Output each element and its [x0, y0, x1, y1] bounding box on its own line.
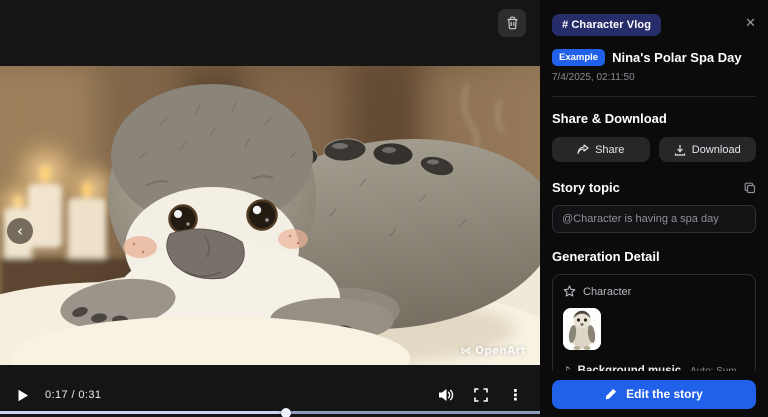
share-download-heading: Share & Download — [552, 111, 756, 126]
edit-story-label: Edit the story — [626, 387, 703, 401]
example-badge: Example — [552, 49, 605, 66]
more-options-button[interactable]: ⋮ — [508, 386, 523, 404]
download-icon — [674, 144, 686, 156]
star-icon — [563, 285, 576, 298]
openart-watermark: ⋈ OpenArt — [461, 345, 526, 357]
watermark-text: OpenArt — [475, 345, 526, 357]
generation-detail-heading: Generation Detail — [552, 249, 756, 264]
volume-icon — [438, 388, 454, 402]
download-button[interactable]: Download — [659, 137, 757, 162]
video-surface[interactable] — [0, 66, 540, 365]
previous-scene-button[interactable]: ‹ — [7, 218, 33, 244]
character-vlog-tag: # Character Vlog — [552, 14, 661, 36]
time-display: 0:17 / 0:31 — [45, 389, 101, 401]
sidebar-header: # Character Vlog ✕ — [552, 14, 756, 36]
play-button[interactable] — [17, 389, 29, 402]
app-window: ‹ ⋈ OpenArt 0:17 / 0:31 — [0, 0, 768, 417]
character-thumbnail-penguin — [563, 308, 601, 350]
openart-logo-icon: ⋈ — [461, 345, 472, 357]
story-topic-heading: Story topic — [552, 180, 620, 195]
play-icon — [17, 389, 29, 402]
trash-icon — [506, 16, 519, 30]
player-controls: 0:17 / 0:31 ⋮ — [0, 382, 540, 408]
video-player: ‹ ⋈ OpenArt 0:17 / 0:31 — [0, 0, 540, 417]
story-topic-header: Story topic — [552, 180, 756, 195]
kebab-icon: ⋮ — [508, 386, 523, 404]
video-frame-penguin-spa — [0, 66, 540, 365]
character-thumbnail[interactable] — [563, 308, 601, 350]
controls-right: ⋮ — [438, 386, 523, 404]
copy-icon — [744, 182, 756, 194]
download-label: Download — [692, 144, 741, 156]
fullscreen-icon — [474, 388, 488, 402]
close-icon: ✕ — [745, 16, 756, 31]
seek-thumb[interactable] — [281, 408, 291, 417]
character-row: Character — [563, 285, 745, 298]
share-button[interactable]: Share — [552, 137, 650, 162]
sidebar-bottom-bar: Edit the story — [540, 371, 768, 417]
share-label: Share — [595, 144, 624, 156]
story-topic-input[interactable] — [552, 205, 756, 233]
chevron-left-icon: ‹ — [17, 224, 23, 239]
story-title: Nina's Polar Spa Day — [612, 50, 742, 65]
character-label: Character — [583, 286, 631, 298]
title-row: Example Nina's Polar Spa Day — [552, 49, 756, 66]
share-icon — [577, 144, 589, 155]
divider — [552, 96, 756, 97]
volume-button[interactable] — [438, 388, 454, 402]
detail-sidebar: # Character Vlog ✕ Example Nina's Polar … — [540, 0, 768, 417]
seek-bar[interactable] — [0, 411, 540, 414]
delete-button[interactable] — [498, 9, 526, 37]
share-download-row: Share Download — [552, 137, 756, 162]
edit-story-button[interactable]: Edit the story — [552, 380, 756, 409]
copy-topic-button[interactable] — [744, 182, 756, 194]
pencil-icon — [605, 388, 617, 400]
progress-played — [0, 411, 286, 414]
creation-timestamp: 7/4/2025, 02:11:50 — [552, 72, 756, 83]
close-button[interactable]: ✕ — [745, 16, 756, 31]
fullscreen-button[interactable] — [474, 388, 488, 402]
